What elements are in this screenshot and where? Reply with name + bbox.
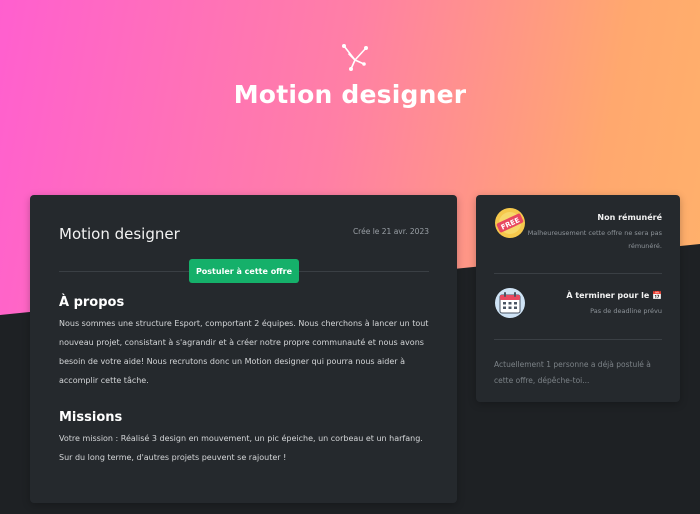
about-heading: À propos [59,295,125,310]
pay-subtext: Malheureusement cette offre ne sera pas … [527,229,662,250]
pay-info: FREE Non rémunéré Malheureusement cette … [494,207,662,267]
pay-heading: Non rémunéré [597,213,662,222]
created-date: Crée le 21 avr. 2023 [352,227,429,236]
deadline-info: À terminer pour le 📅 Pas de deadline pré… [494,287,662,332]
page-title: Motion designer [233,80,467,109]
deadline-subtext: Pas de deadline prévu [590,307,662,315]
star-constellation-icon [342,44,368,71]
about-text: Nous sommes une structure Esport, compor… [59,319,429,385]
offer-info-card: FREE Non rémunéré Malheureusement cette … [476,195,680,402]
missions-heading: Missions [59,410,123,425]
divider [494,273,662,274]
divider [494,339,662,340]
deadline-heading: À terminer pour le 📅 [566,291,662,300]
offer-card: Motion designer Crée le 21 avr. 2023 Pos… [30,195,457,503]
applicants-note: Actuellement 1 personne a déjà postulé à… [494,360,651,385]
apply-button[interactable]: Postuler à cette offre [189,259,299,283]
offer-title: Motion designer [59,225,180,243]
missions-text: Votre mission : Réalisé 3 design en mouv… [59,434,423,462]
